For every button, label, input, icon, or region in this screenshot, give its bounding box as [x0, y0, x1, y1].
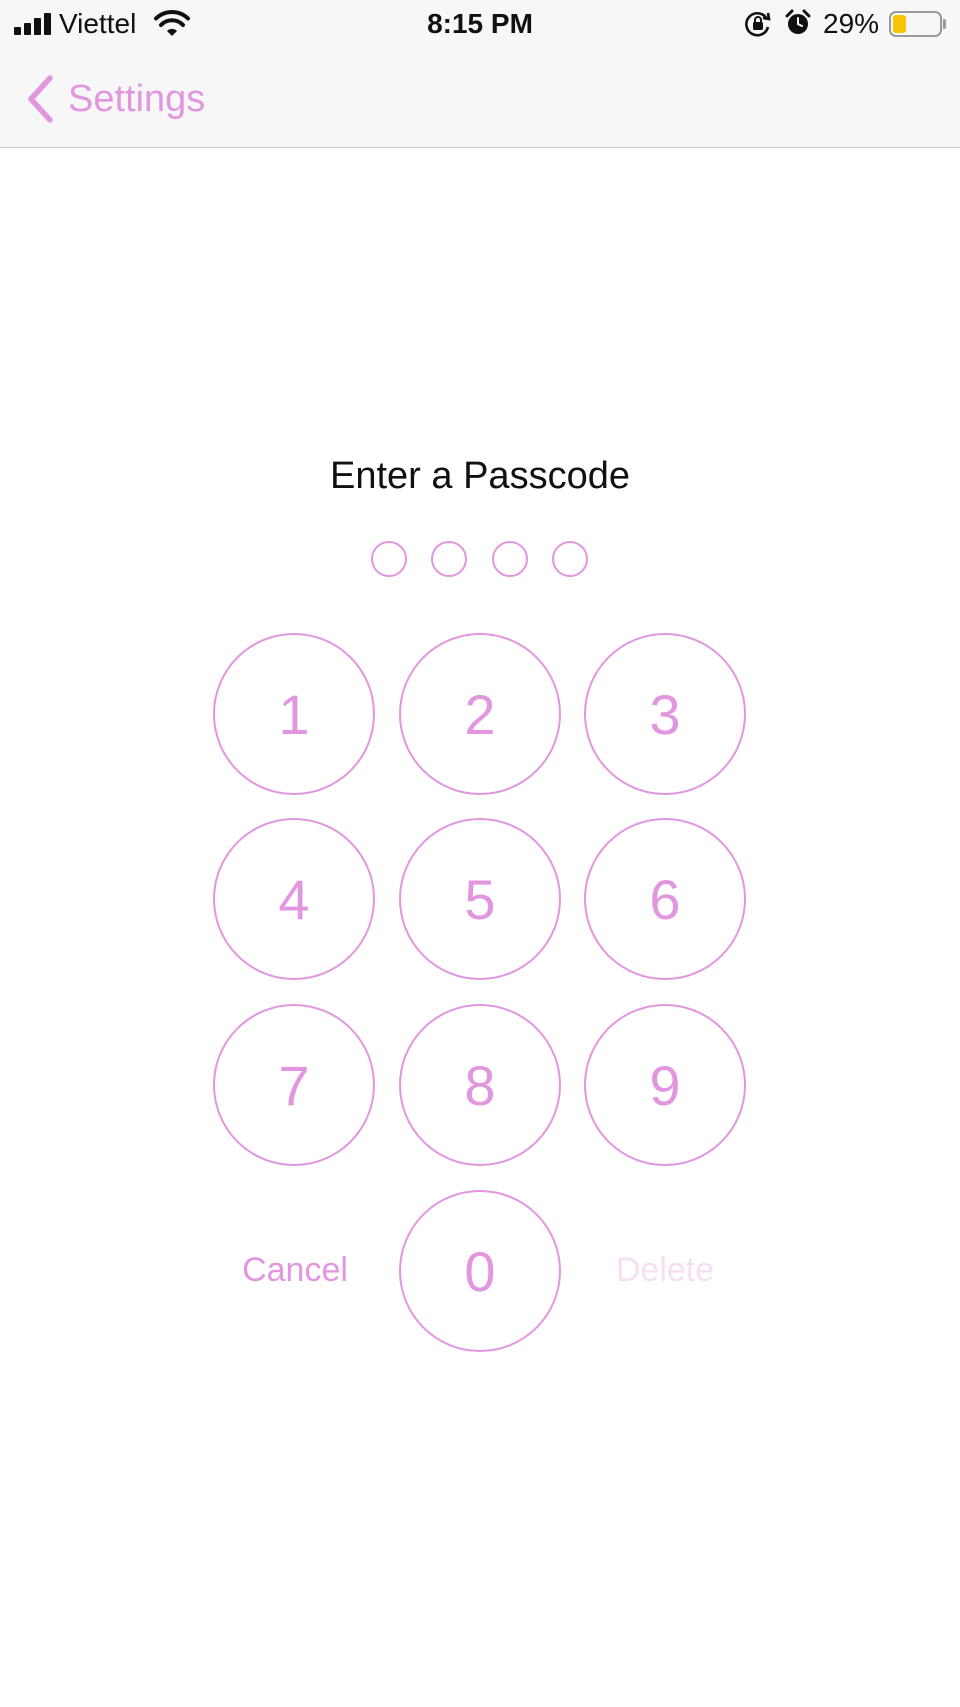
key-2[interactable]: 2	[399, 633, 561, 795]
navigation-bar: Settings	[0, 48, 960, 148]
alarm-icon	[785, 9, 811, 34]
passcode-dot	[492, 541, 528, 577]
key-0[interactable]: 0	[399, 1190, 561, 1352]
passcode-dot	[552, 541, 588, 577]
key-6[interactable]: 6	[584, 818, 746, 980]
cancel-button[interactable]: Cancel	[195, 1251, 395, 1290]
battery-percent: 29%	[823, 8, 880, 39]
key-3[interactable]: 3	[584, 633, 746, 795]
key-8[interactable]: 8	[399, 1004, 561, 1166]
key-5[interactable]: 5	[399, 818, 561, 980]
passcode-dots	[0, 541, 960, 577]
passcode-dot	[431, 541, 467, 577]
battery-icon	[889, 11, 947, 37]
page-title: Enter a Passcode	[330, 455, 630, 497]
key-9[interactable]: 9	[584, 1004, 746, 1166]
passcode-screen: Viettel 8:15 PM 29% Settings Enter a Pas…	[0, 0, 960, 1707]
key-7[interactable]: 7	[213, 1004, 375, 1166]
key-1[interactable]: 1	[213, 633, 375, 795]
delete-button[interactable]: Delete	[565, 1251, 765, 1290]
back-button-label: Settings	[68, 77, 206, 120]
back-button[interactable]: Settings	[26, 72, 205, 126]
chevron-left-icon	[28, 75, 53, 123]
rotation-lock-icon	[745, 12, 771, 37]
key-4[interactable]: 4	[213, 818, 375, 980]
passcode-dot	[371, 541, 407, 577]
status-time: 8:15 PM	[427, 8, 533, 39]
status-bar: Viettel 8:15 PM 29%	[0, 0, 960, 48]
